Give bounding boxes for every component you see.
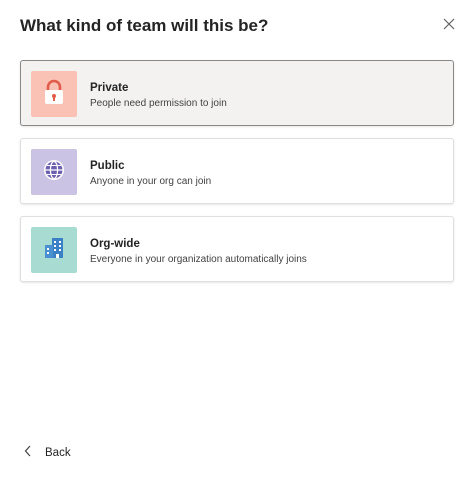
building-icon	[40, 234, 68, 267]
globe-icon	[40, 156, 68, 189]
private-tile	[31, 71, 77, 117]
public-tile	[31, 149, 77, 195]
option-private[interactable]: Private People need permission to join	[20, 60, 454, 126]
option-name: Public	[90, 160, 125, 172]
option-public[interactable]: Public Anyone in your org can join	[20, 138, 454, 204]
chevron-left-icon	[24, 444, 32, 462]
option-name: Private	[90, 82, 129, 94]
team-type-dialog: What kind of team will this be? Private …	[0, 0, 474, 486]
back-label: Back	[45, 447, 71, 459]
option-description: Everyone in your organization automatica…	[90, 254, 307, 265]
option-description: Anyone in your org can join	[90, 176, 212, 187]
option-org-wide[interactable]: Org-wide Everyone in your organization a…	[20, 216, 454, 282]
option-description: People need permission to join	[90, 98, 227, 109]
back-button[interactable]: Back	[24, 444, 71, 462]
lock-icon	[39, 77, 69, 112]
close-icon	[443, 17, 455, 35]
org-wide-tile	[31, 227, 77, 273]
option-name: Org-wide	[90, 238, 140, 250]
dialog-title: What kind of team will this be?	[20, 16, 269, 35]
close-button[interactable]	[438, 15, 460, 37]
